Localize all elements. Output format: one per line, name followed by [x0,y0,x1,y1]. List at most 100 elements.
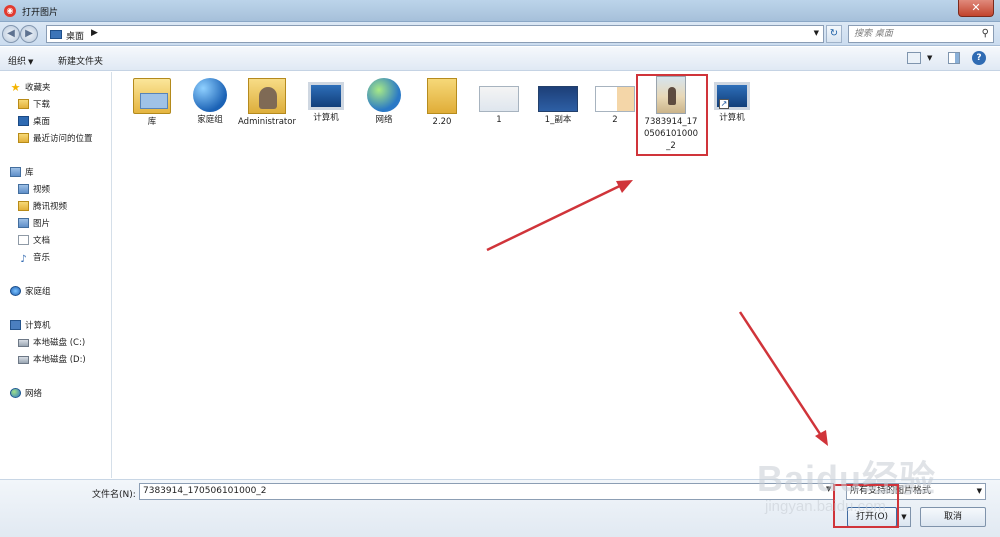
file-item-computer[interactable]: 计算机 [295,78,357,124]
help-icon[interactable]: ? [972,51,986,65]
user-folder-icon [248,78,286,114]
folder-icon [18,201,29,211]
network-icon [367,78,401,112]
image-thumbnail [479,86,519,112]
title-bar: ◉ 打开图片 ✕ [0,0,1000,22]
drive-icon [18,339,29,347]
computer-icon [308,82,344,110]
sidebar-item-drive-c[interactable]: 本地磁盘 (C:) [18,335,85,351]
file-item-image-1[interactable]: 1 [468,78,530,126]
sidebar-item-label: 计算机 [25,321,51,331]
computer-shortcut-icon: ↗ [714,82,750,110]
address-bar[interactable]: 桌面 ▶ ▼ [46,25,824,43]
file-item-administrator[interactable]: Administrator [236,78,298,128]
sidebar-item-label: 桌面 [33,117,51,127]
sidebar-item-label: 视频 [33,185,51,195]
file-list: 库 家庭组 Administrator 计算机 网络 2.20 1 1_副本 2… [113,72,1000,478]
sidebar-item-documents[interactable]: 文档 [18,233,50,249]
library-icon [133,78,171,114]
file-label: 网络 [375,115,393,125]
folder-icon [18,99,29,109]
file-label: 1 [496,115,502,125]
navigation-pane: ★ 收藏夹 下载 桌面 最近访问的位置 库 视频 腾讯视频 图片 文档 ♪ 音乐 家… [0,72,112,478]
sidebar-item-libraries[interactable]: 库 [10,165,34,181]
forward-button[interactable]: ▶ [20,25,38,43]
library-icon [10,167,21,177]
sidebar-item-recent[interactable]: 最近访问的位置 [18,131,93,147]
preview-pane-icon[interactable] [948,52,960,64]
sidebar-item-label: 腾讯视频 [33,202,68,212]
sidebar-item-label: 网络 [25,389,43,399]
search-icon[interactable]: ⚲ [982,26,989,42]
file-item-homegroup[interactable]: 家庭组 [179,78,241,126]
chevron-down-icon: ▼ [28,58,34,66]
sidebar-item-drive-d[interactable]: 本地磁盘 (D:) [18,352,86,368]
sidebar-item-music[interactable]: ♪ 音乐 [18,250,50,266]
toolbar: 组织 ▼ 新建文件夹 ▼ ? [0,47,1000,71]
new-folder-button[interactable]: 新建文件夹 [58,54,103,67]
sidebar-item-computer[interactable]: 计算机 [10,318,51,334]
sidebar-item-label: 图片 [33,219,51,229]
image-thumbnail [538,86,578,112]
close-button[interactable]: ✕ [958,0,994,17]
sidebar-item-homegroup[interactable]: 家庭组 [10,284,51,300]
file-label: 2.20 [432,117,452,127]
back-button[interactable]: ◀ [2,25,20,43]
sidebar-item-downloads[interactable]: 下载 [18,97,50,113]
filename-label: 文件名(N): [92,490,136,500]
navigation-bar: ◀ ▶ 桌面 ▶ ▼ ↻ 搜索 桌面 ⚲ [0,22,1000,46]
computer-icon [10,320,21,330]
network-icon [10,388,21,398]
sidebar-item-desktop[interactable]: 桌面 [18,114,50,130]
sidebar-item-tencent-video[interactable]: 腾讯视频 [18,199,67,215]
sidebar-item-pictures[interactable]: 图片 [18,216,50,232]
desktop-icon [18,116,29,126]
file-item-library[interactable]: 库 [121,78,183,128]
file-item-image-1-copy[interactable]: 1_副本 [527,78,589,126]
watermark-url: jingyan.baidu.com [765,498,886,515]
sidebar-item-label: 本地磁盘 (D:) [33,355,86,365]
search-input[interactable]: 搜索 桌面 ⚲ [848,25,994,43]
watermark: Baidu经验 jingyan.baidu.com [757,450,997,530]
file-item-folder-2-20[interactable]: 2.20 [411,78,473,128]
recent-places-icon [18,133,29,143]
desktop-icon [50,30,62,39]
file-label: 1_副本 [544,115,572,125]
sidebar-item-videos[interactable]: 视频 [18,182,50,198]
image-thumbnail [595,86,635,112]
document-icon [18,235,29,245]
folder-icon [427,78,457,114]
refresh-button[interactable]: ↻ [826,25,842,43]
sidebar-item-label: 收藏夹 [25,83,51,93]
file-label: 库 [147,117,157,127]
organize-menu[interactable]: 组织 ▼ [8,54,33,67]
shortcut-arrow-icon: ↗ [719,99,729,109]
breadcrumb-chevron-icon[interactable]: ▶ [91,28,98,38]
filename-input[interactable]: 7383914_170506101000_2 [139,483,834,500]
file-item-network[interactable]: 网络 [353,78,415,126]
organize-label: 组织 [8,57,27,67]
star-icon: ★ [10,81,21,94]
address-dropdown-icon[interactable]: ▼ [814,29,819,37]
file-label: Administrator [238,117,296,127]
homegroup-icon [193,78,227,112]
drive-icon [18,356,29,364]
view-dropdown-icon[interactable]: ▼ [927,54,932,62]
watermark-brand: Baidu经验 [757,458,937,499]
file-item-computer-shortcut[interactable]: ↗ 计算机 [701,78,763,124]
file-label: 计算机 [313,113,339,123]
pictures-library-icon [18,218,29,228]
view-options-icon[interactable] [907,52,921,64]
sidebar-item-label: 库 [25,168,34,178]
sidebar-item-network[interactable]: 网络 [10,386,42,402]
music-note-icon: ♪ [20,254,27,265]
video-library-icon [18,184,29,194]
window-title: 打开图片 [22,8,59,18]
sidebar-item-favorites[interactable]: ★ 收藏夹 [10,80,51,96]
sidebar-item-label: 家庭组 [25,287,51,297]
sidebar-item-label: 文档 [33,236,51,246]
search-placeholder: 搜索 桌面 [854,29,893,39]
sidebar-item-label: 本地磁盘 (C:) [33,338,86,348]
homegroup-icon [10,286,21,296]
sidebar-item-label: 音乐 [33,253,51,263]
